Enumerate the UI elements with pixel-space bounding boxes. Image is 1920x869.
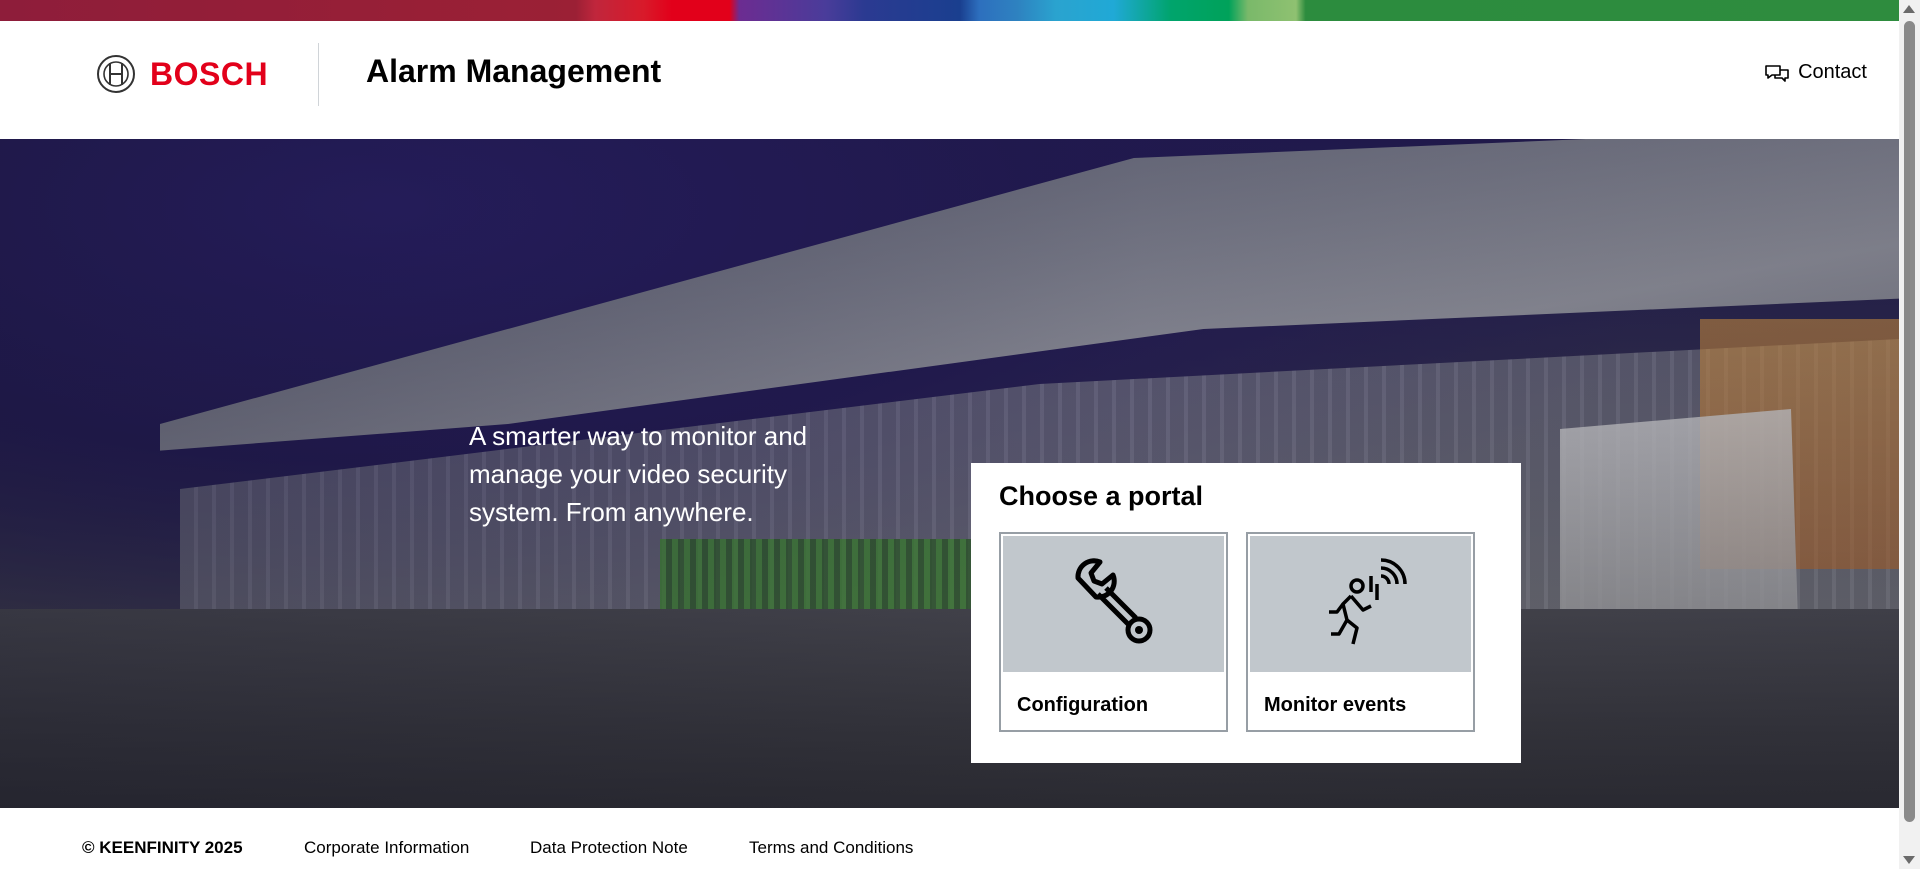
brand-color-bar — [0, 0, 1920, 21]
tile-label: Configuration — [1017, 694, 1149, 716]
wrench-icon — [1074, 558, 1152, 644]
tile-image — [1250, 536, 1471, 672]
page-scrollbar[interactable] — [1899, 0, 1920, 869]
configuration-portal-tile[interactable]: Configuration — [999, 532, 1228, 732]
scrollbar-thumb[interactable] — [1904, 21, 1915, 822]
hero-overlay — [0, 139, 1899, 808]
monitor-events-portal-tile[interactable]: Monitor events — [1246, 532, 1475, 732]
contact-link[interactable]: Contact — [1764, 61, 1867, 84]
brand-name: BOSCH — [150, 55, 269, 92]
footer-link-corporate-information[interactable]: Corporate Information — [304, 838, 469, 858]
chat-bubbles-icon — [1765, 64, 1789, 82]
copyright-text: © KEENFINITY 2025 — [82, 838, 243, 857]
scroll-down-arrow-icon[interactable] — [1903, 856, 1915, 864]
bosch-armature-icon — [97, 55, 135, 93]
footer-link-terms-and-conditions[interactable]: Terms and Conditions — [749, 838, 913, 858]
portal-title: Choose a portal — [999, 481, 1204, 511]
contact-label: Contact — [1798, 61, 1867, 83]
intruder-motion-icon — [1328, 558, 1407, 645]
site-header: BOSCH Alarm Management Contact — [0, 21, 1899, 139]
site-footer: © KEENFINITY 2025 Corporate Information … — [0, 808, 1899, 869]
portal-chooser: Choose a portal Configuration Monitor ev… — [971, 463, 1521, 763]
bosch-logo[interactable]: BOSCH — [96, 54, 268, 94]
hero-banner: A smarter way to monitor and manage your… — [0, 139, 1899, 808]
tile-image — [1003, 536, 1224, 672]
footer-link-data-protection-note[interactable]: Data Protection Note — [530, 838, 688, 858]
scroll-up-arrow-icon[interactable] — [1903, 5, 1915, 13]
hero-tagline: A smarter way to monitor and manage your… — [469, 421, 808, 527]
header-divider — [318, 43, 319, 106]
tile-label: Monitor events — [1264, 694, 1407, 716]
app-title: Alarm Management — [366, 53, 662, 89]
